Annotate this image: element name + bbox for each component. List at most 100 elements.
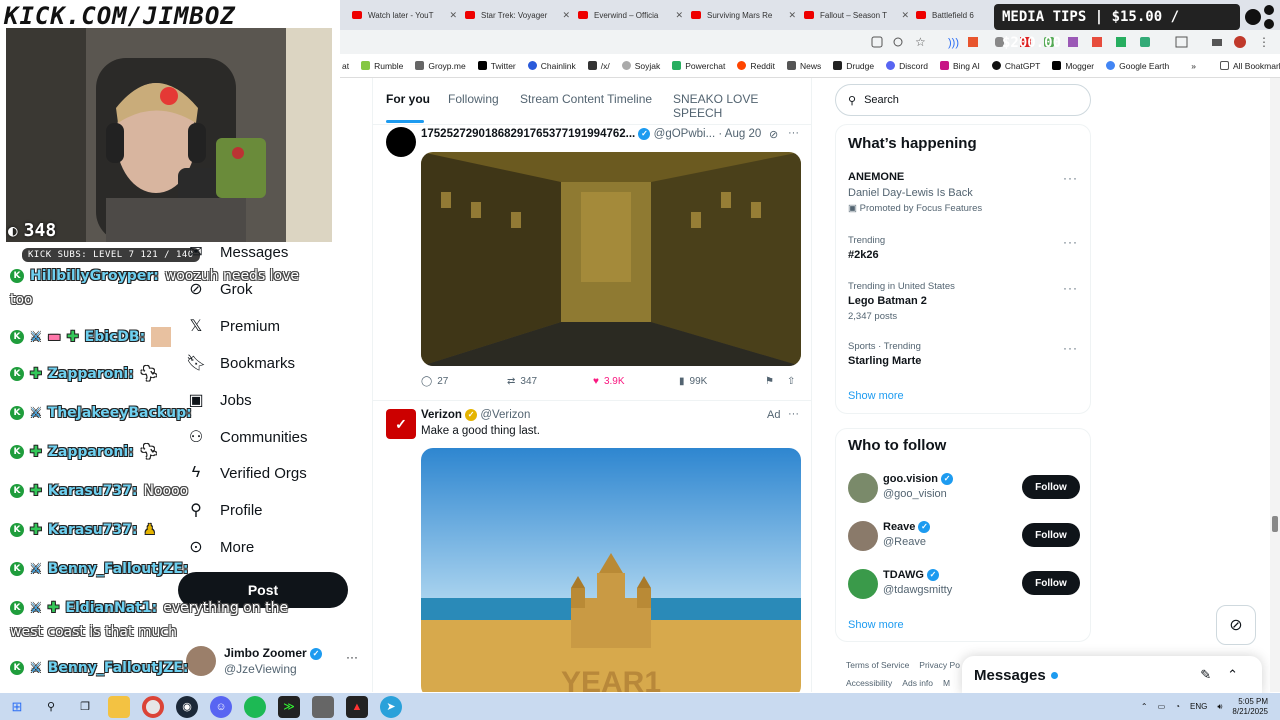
follow-button[interactable]: Follow — [1022, 523, 1080, 547]
browser-tab[interactable]: Star Trek: Voyager ✕ — [465, 4, 570, 26]
browser-toolbar-icons[interactable]: ☆ ))) ⋮ — [340, 30, 1280, 54]
language-indicator[interactable]: ENG — [1190, 702, 1207, 711]
bookmark-item[interactable]: /x/ — [587, 61, 610, 71]
verizon-logo-icon[interactable]: ✓ — [386, 409, 416, 439]
more-icon[interactable]: ··· — [346, 650, 358, 664]
trend-item[interactable]: Trending in United States Lego Batman 2 … — [848, 281, 1080, 322]
search-input[interactable]: ⚲ Search — [835, 84, 1091, 116]
chat-message-continued: west coast is that much — [10, 624, 177, 640]
chevron-up-icon[interactable]: ⌃ — [1227, 667, 1238, 683]
monitor-icon[interactable]: ▭ — [1158, 702, 1166, 711]
tab-sneako-love-speech[interactable]: SNEAKO LOVE SPEECH — [673, 92, 811, 120]
post-author[interactable]: Verizon ✓ @Verizon — [421, 409, 530, 421]
tab-following[interactable]: Following — [448, 92, 499, 106]
grok-button[interactable]: ⊘ — [1216, 605, 1256, 645]
discord-icon[interactable]: ☺ — [210, 695, 232, 718]
more-icon[interactable]: ··· — [1063, 281, 1078, 295]
bookmark-item[interactable]: at — [342, 61, 349, 71]
bookmark-item[interactable]: Discord — [886, 61, 928, 71]
all-bookmarks[interactable]: All Bookmarks — [1219, 61, 1280, 71]
follow-suggestion[interactable]: goo.vision ✓ @goo_vision Follow — [848, 471, 1080, 505]
more-icon[interactable]: ··· — [788, 408, 799, 420]
telegram-icon[interactable]: ➤ — [380, 695, 402, 718]
volume-icon[interactable]: 🔊︎ — [1217, 702, 1222, 712]
browser-tab[interactable]: Surviving Mars Re ✕ — [691, 4, 796, 26]
footer-link[interactable]: Terms of Service — [846, 660, 909, 670]
browser-tab[interactable]: Fallout – Season T ✕ — [804, 4, 909, 26]
post-author[interactable]: 17525272901868291765377191994762... ✓ @g… — [421, 128, 761, 140]
repost-button[interactable]: ⇄ 347 — [507, 376, 537, 387]
more-icon[interactable]: ··· — [788, 127, 799, 139]
footer-link[interactable]: Ads info — [902, 678, 933, 688]
messages-drawer[interactable]: Messages ✎ ⌃ — [962, 656, 1262, 694]
tab-for-you[interactable]: For you — [386, 92, 430, 106]
chrome-icon[interactable] — [142, 695, 164, 718]
bookmark-item[interactable]: Chainlink — [527, 61, 576, 71]
post-image[interactable] — [421, 152, 801, 366]
more-icon[interactable]: ··· — [1063, 171, 1078, 185]
scrollbar[interactable] — [1270, 78, 1280, 692]
close-icon[interactable]: ✕ — [449, 10, 457, 21]
trend-item[interactable]: ANEMONE Daniel Day-Lewis Is Back ▣ Promo… — [848, 171, 1080, 214]
chevron-right-icon[interactable]: » — [1191, 61, 1196, 71]
spotify-icon[interactable] — [244, 695, 266, 718]
follow-suggestion[interactable]: Reave ✓ @Reave Follow — [848, 519, 1080, 553]
clock[interactable]: 5:05 PM 8/21/2025 — [1232, 697, 1268, 717]
post-image[interactable]: YEAR1 — [421, 448, 801, 692]
app-icon[interactable] — [312, 695, 334, 718]
new-message-icon[interactable]: ✎ — [1200, 667, 1211, 683]
file-explorer-icon[interactable] — [108, 695, 130, 718]
terminal-icon[interactable]: ≫ — [278, 695, 300, 718]
browser-tab[interactable]: Battlefield 6 — [916, 4, 990, 26]
trend-item[interactable]: Sports · Trending Starling Marte — [848, 341, 1080, 367]
whats-happening-panel: What’s happening ANEMONE Daniel Day-Lewi… — [835, 124, 1091, 414]
bookmark-item[interactable]: Bing AI — [939, 61, 980, 71]
bookmark-item[interactable]: Groyp.me — [415, 61, 466, 71]
chat-message: K ⚔ TheJakeeyBackup: — [10, 405, 192, 421]
views-button[interactable]: ▮ 99K — [679, 376, 707, 387]
share-button[interactable]: ⇧ — [787, 376, 795, 387]
task-view-icon[interactable]: ❐ — [74, 696, 96, 718]
scrollbar-thumb[interactable] — [1272, 516, 1278, 532]
browser-tab[interactable]: Watch later - YouT ✕ — [352, 4, 457, 26]
grok-icon[interactable]: ⊘ — [769, 128, 778, 141]
bookmark-item[interactable]: Twitter — [477, 61, 516, 71]
tab-stream-content-timeline[interactable]: Stream Content Timeline — [520, 92, 652, 106]
footer-link[interactable]: Accessibility — [846, 678, 892, 688]
bookmark-button[interactable]: ⚑ — [765, 376, 774, 387]
wifi-icon[interactable]: ◔ — [1175, 702, 1180, 711]
windows-start-icon[interactable]: ⊞ — [6, 696, 28, 718]
steam-icon[interactable]: ◉ — [176, 695, 198, 718]
bookmark-item[interactable]: Reddit — [737, 61, 775, 71]
close-icon[interactable]: ✕ — [675, 10, 683, 21]
footer-link[interactable]: Privacy Po — [919, 660, 960, 670]
nav-messages[interactable]: ✉ Messages — [186, 242, 288, 262]
trend-item[interactable]: Trending #2k26 — [848, 235, 1080, 261]
footer-link[interactable]: M — [943, 678, 950, 688]
close-icon[interactable]: ✕ — [901, 10, 909, 21]
bookmark-item[interactable]: Powerchat — [672, 61, 725, 71]
show-more-link[interactable]: Show more — [848, 619, 904, 631]
follow-button[interactable]: Follow — [1022, 571, 1080, 595]
avatar[interactable] — [386, 127, 416, 157]
browser-tab[interactable]: Everwind – Officia ✕ — [578, 4, 683, 26]
more-icon[interactable]: ··· — [1063, 235, 1078, 249]
reply-button[interactable]: ◯ 27 — [421, 376, 448, 387]
follow-suggestion[interactable]: TDAWG ✓ @tdawgsmitty Follow — [848, 567, 1080, 601]
close-icon[interactable]: ✕ — [788, 10, 796, 21]
search-icon[interactable]: ⚲ — [40, 696, 62, 718]
bookmark-item[interactable]: Soyjak — [621, 61, 660, 71]
bookmark-item[interactable]: Mogger — [1052, 61, 1094, 71]
show-more-link[interactable]: Show more — [848, 390, 904, 402]
follow-button[interactable]: Follow — [1022, 475, 1080, 499]
bookmark-item[interactable]: ChatGPT — [991, 61, 1040, 71]
close-icon[interactable]: ✕ — [562, 10, 570, 21]
bookmark-item[interactable]: Rumble — [361, 61, 403, 71]
bookmark-item[interactable]: News — [786, 61, 821, 71]
adobe-icon[interactable]: ▲ — [346, 695, 368, 718]
more-icon[interactable]: ··· — [1063, 341, 1078, 355]
bookmark-item[interactable]: Google Earth — [1106, 61, 1169, 71]
like-button[interactable]: ♥ 3.9K — [593, 376, 625, 387]
bookmark-item[interactable]: Drudge — [833, 61, 874, 71]
chevron-up-icon[interactable]: ⌃ — [1141, 702, 1148, 711]
